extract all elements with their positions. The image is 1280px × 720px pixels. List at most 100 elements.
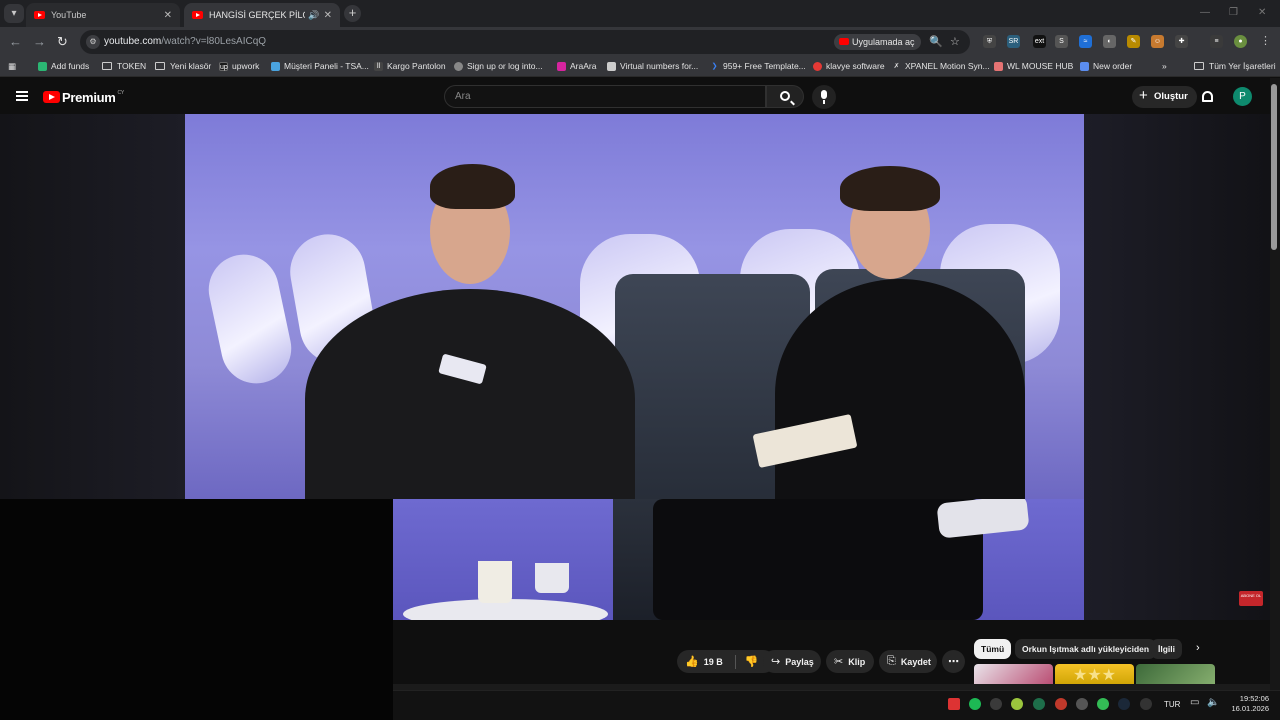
profile-icon[interactable]: ● [1234, 35, 1247, 48]
page-scrollbar-thumb[interactable] [1271, 84, 1277, 250]
video-player-lower[interactable] [393, 499, 1084, 620]
close-tab-icon[interactable]: ✕ [164, 10, 172, 21]
apps-grid-icon[interactable]: ▦ [8, 61, 16, 72]
tab-video[interactable]: HANGİSİ GERÇEK PİLOT?! ft 🔊 ✕ [184, 3, 340, 27]
bookmark-free-template[interactable]: ❯ 959+ Free Template... [710, 61, 806, 71]
reading-list-icon[interactable]: ≡ [1210, 35, 1223, 48]
brand-region: CY [117, 90, 125, 96]
paper-cup [535, 563, 569, 593]
spotify-icon[interactable] [969, 698, 981, 710]
extension-icon[interactable]: ◐ [1103, 35, 1116, 48]
steam-icon[interactable] [1118, 698, 1130, 710]
bookmark-label: Müşteri Paneli - TSA... [284, 61, 369, 71]
more-menu-icon[interactable]: ⋮ [1259, 35, 1272, 48]
extension-icon[interactable]: ✎ [1127, 35, 1140, 48]
bookmark-araara[interactable]: AraAra [557, 61, 596, 71]
notifications-bell-icon[interactable] [1202, 91, 1213, 102]
globe-icon [454, 61, 463, 71]
dislike-thumb-icon[interactable]: 👎 [745, 655, 759, 668]
minimize-icon[interactable]: — [1200, 7, 1210, 18]
tray-app-icon[interactable] [1011, 698, 1023, 710]
mouse-icon [994, 61, 1003, 71]
forward-arrow-icon[interactable]: → [33, 34, 46, 49]
more-actions-button[interactable]: ⋯ [942, 650, 965, 673]
share-button[interactable]: ↪ Paylaş [763, 650, 821, 673]
address-bar[interactable]: ⚙ youtube.com/watch?v=l80LesAICqQ Uygula… [80, 30, 970, 54]
network-icon[interactable]: ▭ [1190, 697, 1199, 708]
tab-search-button[interactable]: ▾ [4, 4, 24, 23]
bookmark-wl-mouse-hub[interactable]: WL MOUSE HUB [994, 61, 1073, 71]
arrow-icon: ❯ [711, 62, 718, 70]
tray-app-icon[interactable] [948, 698, 960, 710]
tray-app-icon[interactable] [1055, 698, 1067, 710]
youtube-premium-logo[interactable]: Premium CY [62, 90, 124, 105]
bookmark-klavye-software[interactable]: klavye software [813, 61, 885, 71]
close-window-icon[interactable]: ✕ [1258, 7, 1266, 18]
mic-tray-icon[interactable] [1140, 698, 1152, 710]
bookmark-virtual-numbers[interactable]: Virtual numbers for... [607, 61, 698, 71]
chip-uploader[interactable]: Orkun Işıtmak adlı yükleyiciden [1015, 639, 1157, 659]
bookmark-label: 959+ Free Template... [723, 61, 806, 71]
volume-icon[interactable]: 🔈 [1207, 697, 1219, 708]
open-in-app-button[interactable]: Uygulamada aç [834, 34, 921, 50]
taskbar-clock[interactable]: 19:52:06 16.01.2026 [1225, 694, 1269, 714]
url-text[interactable]: youtube.com/watch?v=l80LesAICqQ [104, 36, 266, 47]
bookmark-token[interactable]: TOKEN [102, 61, 146, 71]
scissors-icon: ✂ [834, 656, 844, 668]
bookmark-add-funds[interactable]: Add funds [38, 61, 89, 71]
tray-app-icon[interactable] [990, 698, 1002, 710]
search-button[interactable] [766, 85, 804, 108]
hamburger-menu-icon[interactable] [16, 91, 28, 101]
extension-icon[interactable]: ext [1033, 35, 1046, 48]
url-path: /watch?v=l80LesAICqQ [161, 36, 267, 47]
bookmark-musteri-paneli[interactable]: Müşteri Paneli - TSA... [271, 61, 369, 71]
tray-app-icon[interactable] [1033, 698, 1045, 710]
voice-search-mic-icon[interactable] [812, 85, 836, 109]
clip-button[interactable]: ✂ Klip [826, 650, 874, 673]
avatar[interactable]: P [1233, 87, 1252, 106]
save-button[interactable]: ⎘ Kaydet [879, 650, 937, 673]
back-arrow-icon[interactable]: ← [9, 34, 22, 49]
bag-icon: ll [374, 61, 383, 71]
all-bookmarks-folder[interactable]: Tüm Yer İşaretleri [1194, 61, 1276, 71]
phone-icon [607, 61, 616, 71]
like-thumb-icon[interactable]: 👍 [685, 655, 699, 668]
chip-related[interactable]: İlgili [1151, 639, 1182, 659]
extension-icon[interactable]: SR [1007, 35, 1020, 48]
bookmark-kargo-pantolon[interactable]: ll Kargo Pantolon [374, 61, 446, 71]
like-count[interactable]: 19 B [704, 657, 723, 667]
bookmark-label: Sign up or log into... [467, 61, 543, 71]
search-input[interactable]: Ara [444, 85, 766, 108]
extension-icon[interactable]: ≈ [1079, 35, 1092, 48]
bookmark-upwork[interactable]: up upwork [219, 61, 259, 71]
chip-next-chevron-icon[interactable]: › [1196, 642, 1200, 654]
person-right-body [775, 279, 1025, 499]
reload-icon[interactable]: ↻ [57, 34, 68, 50]
youtube-logo-icon[interactable] [43, 91, 60, 103]
close-tab-icon[interactable]: ✕ [324, 10, 332, 21]
bookmark-yeni-klasor[interactable]: Yeni klasör [155, 61, 211, 71]
bookmark-xpanel[interactable]: ✗ XPANEL Motion Syn... [892, 61, 990, 71]
tray-app-icon[interactable] [1097, 698, 1109, 710]
extension-icon[interactable]: ☺ [1151, 35, 1164, 48]
bookmark-sign-up[interactable]: Sign up or log into... [454, 61, 543, 71]
tray-app-icon[interactable] [1076, 698, 1088, 710]
new-tab-button[interactable]: + [344, 5, 361, 22]
site-info-icon[interactable]: ⚙ [86, 35, 100, 49]
more-bookmarks-chevron-icon[interactable]: » [1162, 61, 1167, 71]
chip-all[interactable]: Tümü [974, 639, 1012, 659]
subscribe-badge[interactable]: ABONE OL [1239, 591, 1263, 606]
restore-icon[interactable]: ❐ [1229, 7, 1238, 18]
bookmark-new-order[interactable]: New order [1080, 61, 1132, 71]
person-right-hair [840, 166, 940, 211]
extension-icon[interactable]: ⛨ [983, 35, 996, 48]
language-indicator[interactable]: TUR [1164, 700, 1180, 709]
extensions-puzzle-icon[interactable]: ✚ [1175, 35, 1188, 48]
zoom-icon[interactable]: 🔍 [929, 35, 943, 48]
extension-icon[interactable]: S [1055, 35, 1068, 48]
bookmark-star-icon[interactable]: ☆ [950, 35, 960, 48]
audio-playing-icon[interactable]: 🔊 [308, 10, 319, 21]
video-player[interactable] [185, 114, 1084, 499]
create-button[interactable]: Oluştur [1132, 86, 1197, 108]
tab-youtube[interactable]: YouTube ✕ [26, 3, 180, 27]
